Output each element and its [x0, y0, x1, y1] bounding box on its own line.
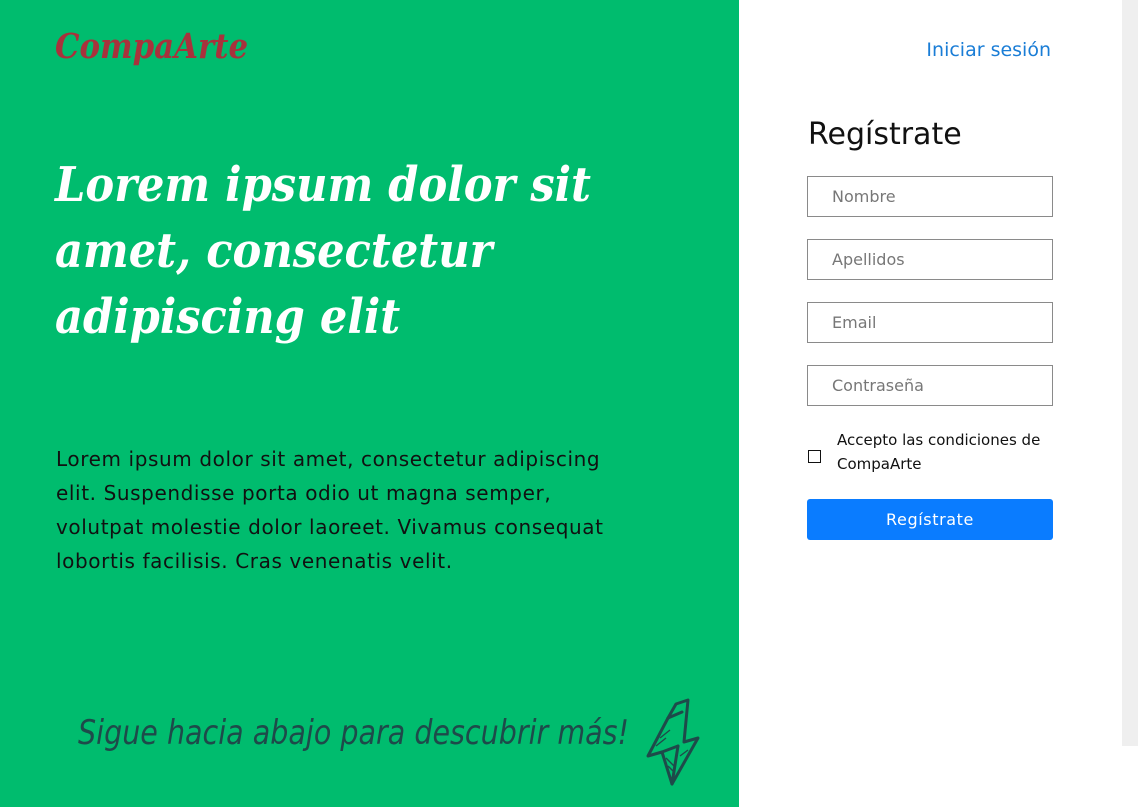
brand-logo[interactable]: CompaArte	[55, 24, 248, 70]
hero-headline-line: amet, consectetur	[55, 223, 493, 279]
scroll-hint-text: Sigue hacia abajo para descubrir más!	[78, 713, 630, 753]
first-name-field[interactable]	[807, 176, 1053, 217]
hero-panel: CompaArte Lorem ipsum dolor sit amet, co…	[0, 0, 739, 807]
hero-headline-line: Lorem ipsum dolor sit	[55, 157, 592, 213]
signup-panel: Iniciar sesión Regístrate Accepto las co…	[739, 0, 1122, 807]
signup-title: Regístrate	[808, 117, 962, 152]
hero-headline: Lorem ipsum dolor sit amet, consectetur …	[55, 152, 631, 350]
last-name-field[interactable]	[807, 239, 1053, 280]
terms-label: Accepto las condiciones de CompaArte	[837, 431, 1041, 473]
email-field[interactable]	[807, 302, 1053, 343]
login-link[interactable]: Iniciar sesión	[926, 35, 1051, 65]
terms-checkbox[interactable]	[808, 450, 821, 463]
scroll-hint-row: Sigue hacia abajo para descubrir más!	[78, 698, 718, 790]
hero-description: Lorem ipsum dolor sit amet, consectetur …	[56, 447, 604, 573]
arrow-down-icon[interactable]	[638, 698, 708, 788]
password-field[interactable]	[807, 365, 1053, 406]
hero-headline-line: adipiscing elit	[55, 289, 401, 345]
page-scrollbar[interactable]	[1122, 0, 1138, 746]
register-button[interactable]: Regístrate	[807, 499, 1053, 540]
